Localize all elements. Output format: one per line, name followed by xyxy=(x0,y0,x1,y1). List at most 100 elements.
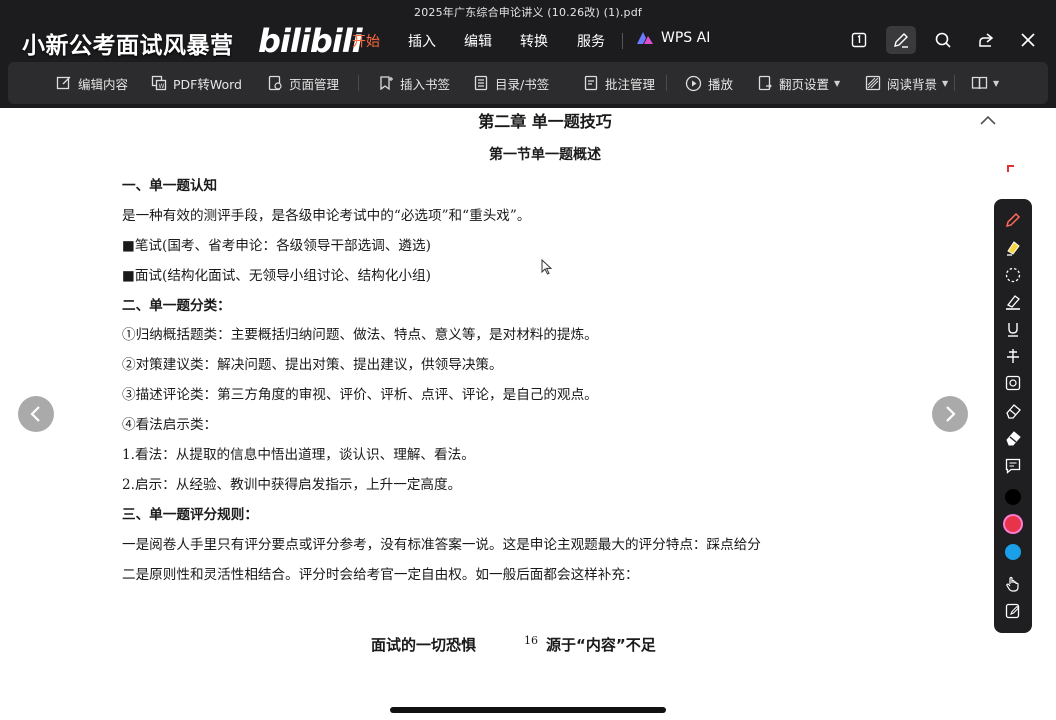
edit-note-tool[interactable] xyxy=(999,598,1027,624)
cursor-icon xyxy=(541,259,553,275)
page-turn-settings-label: 翻页设置 xyxy=(779,76,830,92)
body-line: ④看法启示类： xyxy=(122,417,218,433)
chevron-down-icon: ▼ xyxy=(993,78,1000,88)
bilibili-logo: bilibili xyxy=(258,22,363,60)
page-manage-button[interactable]: 页面管理 xyxy=(267,62,339,104)
annotation-manage-button[interactable]: 批注管理 xyxy=(583,62,655,104)
body-line: ■面试(结构化面试、无领导小组讨论、结构化小组) xyxy=(122,268,431,284)
book-icon xyxy=(971,76,988,90)
underline-tool[interactable] xyxy=(999,316,1027,342)
page-footer-left: 面试的一切恐惧 xyxy=(371,636,477,654)
color-black-swatch[interactable] xyxy=(1005,489,1021,505)
previous-page-button[interactable] xyxy=(18,396,54,432)
eraser-tool[interactable] xyxy=(999,398,1027,424)
insert-bookmark-label: 插入书签 xyxy=(400,76,451,92)
page-view-icon[interactable] xyxy=(844,26,874,54)
highlighter-tool[interactable] xyxy=(999,235,1027,261)
hand-icon xyxy=(1006,576,1019,592)
pdf-to-word-button[interactable]: W PDF转Word xyxy=(151,62,242,104)
marker-tool[interactable] xyxy=(999,289,1027,315)
chapter-title: 第二章 单一题技巧 xyxy=(478,112,612,131)
menu-wps-ai[interactable]: WPS AI xyxy=(636,30,710,46)
play-label: 播放 xyxy=(708,76,734,92)
menu-start[interactable]: 开始 xyxy=(352,31,380,51)
reading-background-icon xyxy=(865,75,881,91)
toolbar-divider xyxy=(666,75,667,91)
pdf-to-word-icon: W xyxy=(151,75,167,91)
play-icon xyxy=(685,75,702,91)
marker-icon xyxy=(1006,295,1020,310)
page-manage-label: 页面管理 xyxy=(289,76,340,92)
pen-tool[interactable] xyxy=(999,207,1027,233)
page-turn-settings-button[interactable]: 翻页设置 ▼ xyxy=(757,62,840,104)
annotation-marker xyxy=(1007,165,1014,172)
bookmark-add-icon xyxy=(380,76,393,91)
highlighter-icon xyxy=(1007,241,1020,256)
read-mode-button[interactable]: ▼ xyxy=(971,62,999,104)
underline-icon xyxy=(1008,323,1018,337)
comment-icon xyxy=(1005,458,1021,474)
reading-background-button[interactable]: 阅读背景 ▼ xyxy=(865,62,948,104)
body-line: ①归纳概括题类：主要概括归纳问题、做法、特点、意义等，是对材料的提炼。 xyxy=(122,327,598,343)
menu-edit[interactable]: 编辑 xyxy=(464,31,492,51)
pen-icon[interactable] xyxy=(886,26,916,54)
next-page-button[interactable] xyxy=(932,396,968,432)
annotation-manage-label: 批注管理 xyxy=(605,76,656,92)
lasso-icon xyxy=(1005,267,1021,283)
heading-cognition: 一、单一题认知 xyxy=(122,178,218,194)
strikethrough-icon xyxy=(1007,349,1019,363)
body-line: ②对策建议类：解决问题、提出对策、提出建议，供领导决策。 xyxy=(122,357,503,373)
wps-ai-icon xyxy=(637,32,653,44)
chevron-up-icon[interactable] xyxy=(976,110,1000,130)
heading-classification: 二、单一题分类： xyxy=(122,298,231,314)
menu-insert[interactable]: 插入 xyxy=(408,31,436,51)
reading-background-label: 阅读背景 xyxy=(887,76,938,92)
play-button[interactable]: 播放 xyxy=(685,62,733,104)
edit-content-icon xyxy=(56,76,71,90)
insert-bookmark-button[interactable]: 插入书签 xyxy=(378,62,450,104)
share-icon[interactable] xyxy=(971,26,1001,54)
strikethrough-tool[interactable] xyxy=(999,343,1027,369)
chevron-right-icon xyxy=(946,406,956,422)
toc-bookmark-button[interactable]: 目录/书签 xyxy=(473,62,549,104)
page-manage-icon xyxy=(268,75,282,91)
channel-watermark: 小新公考面试风暴营 xyxy=(22,33,234,59)
body-line: ■笔试(国考、省考申论：各级领导干部选调、遴选) xyxy=(122,238,431,254)
annotation-tool-palette xyxy=(994,199,1032,633)
menu-convert[interactable]: 转换 xyxy=(520,31,548,51)
pdf-page: 第二章 单一题技巧 第一节单一题概述 一、单一题认知 是一种有效的测评手段，是各… xyxy=(0,108,1056,720)
svg-text:W: W xyxy=(159,83,165,90)
color-blue-swatch[interactable] xyxy=(1005,544,1021,560)
home-indicator xyxy=(390,707,666,713)
close-icon[interactable] xyxy=(1013,26,1043,54)
document-title: 2025年广东综合申论讲义 (10.26改) (1).pdf xyxy=(414,6,642,19)
partial-eraser-icon xyxy=(1006,431,1021,446)
toolbar-divider xyxy=(358,75,359,91)
body-line: ③描述评论类：第三方角度的审视、评价、评析、点评、评论，是自己的观点。 xyxy=(122,387,598,403)
section-title: 第一节单一题概述 xyxy=(489,147,601,163)
body-line: 二是原则性和灵活性相结合。评分时会给考官一定自由权。如一般后面都会这样补充： xyxy=(122,567,639,583)
page-turn-icon xyxy=(758,75,772,91)
chevron-left-icon xyxy=(30,406,40,422)
body-line: 是一种有效的测评手段，是各级申论考试中的“必选项”和“重头戏”。 xyxy=(122,208,531,224)
chevron-down-icon: ▼ xyxy=(942,78,949,88)
area-select-tool[interactable] xyxy=(999,370,1027,396)
lasso-tool[interactable] xyxy=(999,262,1027,288)
annotation-icon xyxy=(584,75,598,91)
body-line: 1.看法：从提取的信息中悟出道理，谈认识、理解、看法。 xyxy=(122,447,475,463)
menu-service[interactable]: 服务 xyxy=(577,31,605,51)
pdf-toolbar: 编辑内容 W PDF转Word 页面管理 插入书签 目录/书签 批注管理 播放 xyxy=(8,62,1048,104)
toc-icon xyxy=(474,75,488,91)
toolbar-divider xyxy=(954,75,955,91)
area-select-icon xyxy=(1005,375,1021,391)
eraser-icon xyxy=(1006,404,1021,419)
partial-eraser-tool[interactable] xyxy=(999,425,1027,451)
color-red-swatch[interactable] xyxy=(1005,516,1021,532)
search-icon[interactable] xyxy=(928,26,958,54)
heading-scoring-rules: 三、单一题评分规则： xyxy=(122,507,258,523)
edit-content-button[interactable]: 编辑内容 xyxy=(56,62,128,104)
title-bar: 2025年广东综合申论讲义 (10.26改) (1).pdf 小新公考面试风暴营… xyxy=(0,0,1056,108)
hand-tool[interactable] xyxy=(999,571,1027,597)
edit-content-label: 编辑内容 xyxy=(78,76,129,92)
comment-tool[interactable] xyxy=(999,453,1027,479)
